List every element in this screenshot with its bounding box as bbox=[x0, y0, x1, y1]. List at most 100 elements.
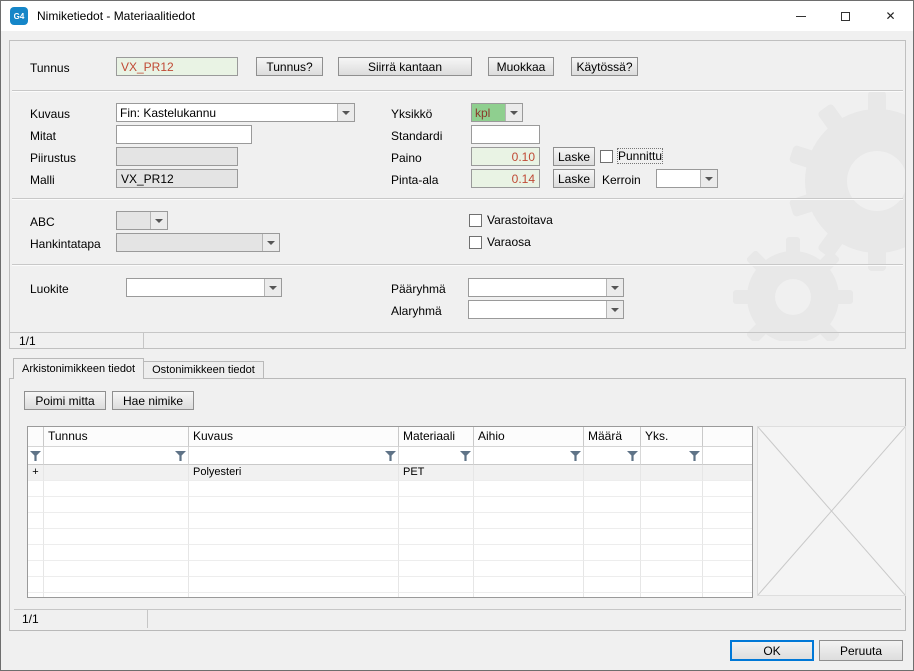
pinta-ala-label: Pinta-ala bbox=[391, 173, 438, 187]
chevron-down-icon bbox=[606, 279, 623, 296]
filter-icon[interactable] bbox=[584, 447, 641, 465]
muokkaa-button[interactable]: Muokkaa bbox=[488, 57, 554, 76]
kerroin-select[interactable] bbox=[656, 169, 718, 188]
checkbox-icon bbox=[600, 150, 613, 163]
mitat-input[interactable] bbox=[116, 125, 252, 144]
abc-label: ABC bbox=[30, 215, 55, 229]
yksikko-label: Yksikkö bbox=[391, 107, 432, 121]
dialog-window: G4 Nimiketiedot - Materiaalitiedot ✕ bbox=[0, 0, 914, 671]
kaytossa-button[interactable]: Käytössä? bbox=[571, 57, 638, 76]
grid-pager: 1/1 bbox=[14, 610, 148, 628]
filter-icon[interactable] bbox=[474, 447, 584, 465]
tab-arkistonimikkeen-tiedot[interactable]: Arkistonimikkeen tiedot bbox=[13, 358, 144, 379]
varaosa-checkbox[interactable]: Varaosa bbox=[469, 235, 531, 249]
empty-grid-row[interactable] bbox=[28, 577, 752, 593]
grid-column-tunnus[interactable]: Tunnus bbox=[44, 427, 189, 447]
luokite-label: Luokite bbox=[30, 282, 69, 296]
laske-pinta-ala-button[interactable]: Laske bbox=[553, 169, 595, 188]
grid-statusbar: 1/1 bbox=[14, 609, 901, 628]
alaryhma-label: Alaryhmä bbox=[391, 304, 442, 318]
paaryhma-select[interactable] bbox=[468, 278, 624, 297]
grid-column-maara[interactable]: Määrä bbox=[584, 427, 641, 447]
titlebar[interactable]: G4 Nimiketiedot - Materiaalitiedot ✕ bbox=[1, 1, 913, 31]
luokite-select[interactable] bbox=[126, 278, 282, 297]
paino-input[interactable]: 0.10 bbox=[471, 147, 540, 166]
tab-strip: Arkistonimikkeen tiedot Ostonimikkeen ti… bbox=[13, 358, 264, 379]
tab-ostonimikkeen-tiedot[interactable]: Ostonimikkeen tiedot bbox=[143, 361, 264, 379]
chevron-down-icon bbox=[505, 104, 522, 121]
items-grid: Tunnus Kuvaus Materiaali Aihio Määrä Yks… bbox=[27, 426, 753, 598]
minimize-button[interactable] bbox=[778, 1, 823, 31]
empty-grid-row[interactable] bbox=[28, 561, 752, 577]
grid-empty-rows bbox=[28, 481, 752, 598]
hankintatapa-select[interactable] bbox=[116, 233, 280, 252]
grid-marker-column[interactable] bbox=[28, 427, 44, 447]
poimi-mitta-button[interactable]: Poimi mitta bbox=[24, 391, 106, 410]
tunnus-query-button[interactable]: Tunnus? bbox=[256, 57, 323, 76]
maximize-button[interactable] bbox=[823, 1, 868, 31]
grid-column-materiaali[interactable]: Materiaali bbox=[399, 427, 474, 447]
standardi-label: Standardi bbox=[391, 129, 442, 143]
grid-column-aihio[interactable]: Aihio bbox=[474, 427, 584, 447]
row-marker: + bbox=[28, 465, 44, 481]
close-button[interactable]: ✕ bbox=[868, 1, 913, 31]
filter-icon[interactable] bbox=[399, 447, 474, 465]
material-form-panel: Tunnus VX_PR12 Tunnus? Siirrä kantaan Mu… bbox=[9, 40, 906, 349]
separator bbox=[12, 264, 903, 266]
hae-nimike-button[interactable]: Hae nimike bbox=[112, 391, 194, 410]
form-pager: 1/1 bbox=[10, 333, 144, 349]
table-row[interactable]: + Polyesteri PET bbox=[28, 465, 752, 481]
chevron-down-icon bbox=[262, 234, 279, 251]
empty-grid-row[interactable] bbox=[28, 593, 752, 598]
gear-watermark bbox=[665, 41, 905, 341]
grid-filter-filler bbox=[703, 447, 752, 465]
laske-paino-button[interactable]: Laske bbox=[553, 147, 595, 166]
malli-input[interactable]: VX_PR12 bbox=[116, 169, 238, 188]
standardi-input[interactable] bbox=[471, 125, 540, 144]
separator bbox=[12, 198, 903, 200]
empty-grid-row[interactable] bbox=[28, 481, 752, 497]
chevron-down-icon bbox=[150, 212, 167, 229]
empty-grid-row[interactable] bbox=[28, 545, 752, 561]
cell-kuvaus: Polyesteri bbox=[189, 465, 399, 481]
cell-maara bbox=[584, 465, 641, 481]
empty-grid-row[interactable] bbox=[28, 497, 752, 513]
grid-column-kuvaus[interactable]: Kuvaus bbox=[189, 427, 399, 447]
varaosa-checkbox-label: Varaosa bbox=[487, 235, 531, 249]
punnittu-checkbox[interactable]: Punnittu bbox=[600, 149, 662, 163]
cell-aihio bbox=[474, 465, 584, 481]
filter-icon[interactable] bbox=[641, 447, 703, 465]
grid-column-filler bbox=[703, 427, 752, 447]
chevron-down-icon bbox=[606, 301, 623, 318]
paino-label: Paino bbox=[391, 151, 422, 165]
varastoitava-checkbox-label: Varastoitava bbox=[487, 213, 553, 227]
checkbox-icon bbox=[469, 214, 482, 227]
image-preview-placeholder bbox=[757, 426, 906, 596]
kerroin-label: Kerroin bbox=[602, 173, 641, 187]
grid-filter-row bbox=[28, 447, 752, 465]
abc-select[interactable] bbox=[116, 211, 168, 230]
grid-column-yks[interactable]: Yks. bbox=[641, 427, 703, 447]
alaryhma-select[interactable] bbox=[468, 300, 624, 319]
hankintatapa-label: Hankintatapa bbox=[30, 237, 101, 251]
tunnus-label: Tunnus bbox=[30, 61, 70, 75]
mitat-label: Mitat bbox=[30, 129, 56, 143]
checkbox-icon bbox=[469, 236, 482, 249]
filter-icon[interactable] bbox=[189, 447, 399, 465]
piirustus-input[interactable] bbox=[116, 147, 238, 166]
filter-icon[interactable] bbox=[28, 447, 44, 465]
yksikko-select[interactable]: kpl bbox=[471, 103, 523, 122]
pinta-ala-input[interactable]: 0.14 bbox=[471, 169, 540, 188]
empty-grid-row[interactable] bbox=[28, 513, 752, 529]
varastoitava-checkbox[interactable]: Varastoitava bbox=[469, 213, 553, 227]
malli-label: Malli bbox=[30, 173, 55, 187]
ok-button[interactable]: OK bbox=[730, 640, 814, 661]
tunnus-input[interactable]: VX_PR12 bbox=[116, 57, 238, 76]
peruuta-button[interactable]: Peruuta bbox=[819, 640, 903, 661]
window-title: Nimiketiedot - Materiaalitiedot bbox=[37, 9, 195, 23]
siirra-kantaan-button[interactable]: Siirrä kantaan bbox=[338, 57, 472, 76]
filter-icon[interactable] bbox=[44, 447, 189, 465]
empty-grid-row[interactable] bbox=[28, 529, 752, 545]
kuvaus-select[interactable]: Fin: Kastelukannu bbox=[116, 103, 355, 122]
punnittu-checkbox-label: Punnittu bbox=[618, 149, 662, 163]
